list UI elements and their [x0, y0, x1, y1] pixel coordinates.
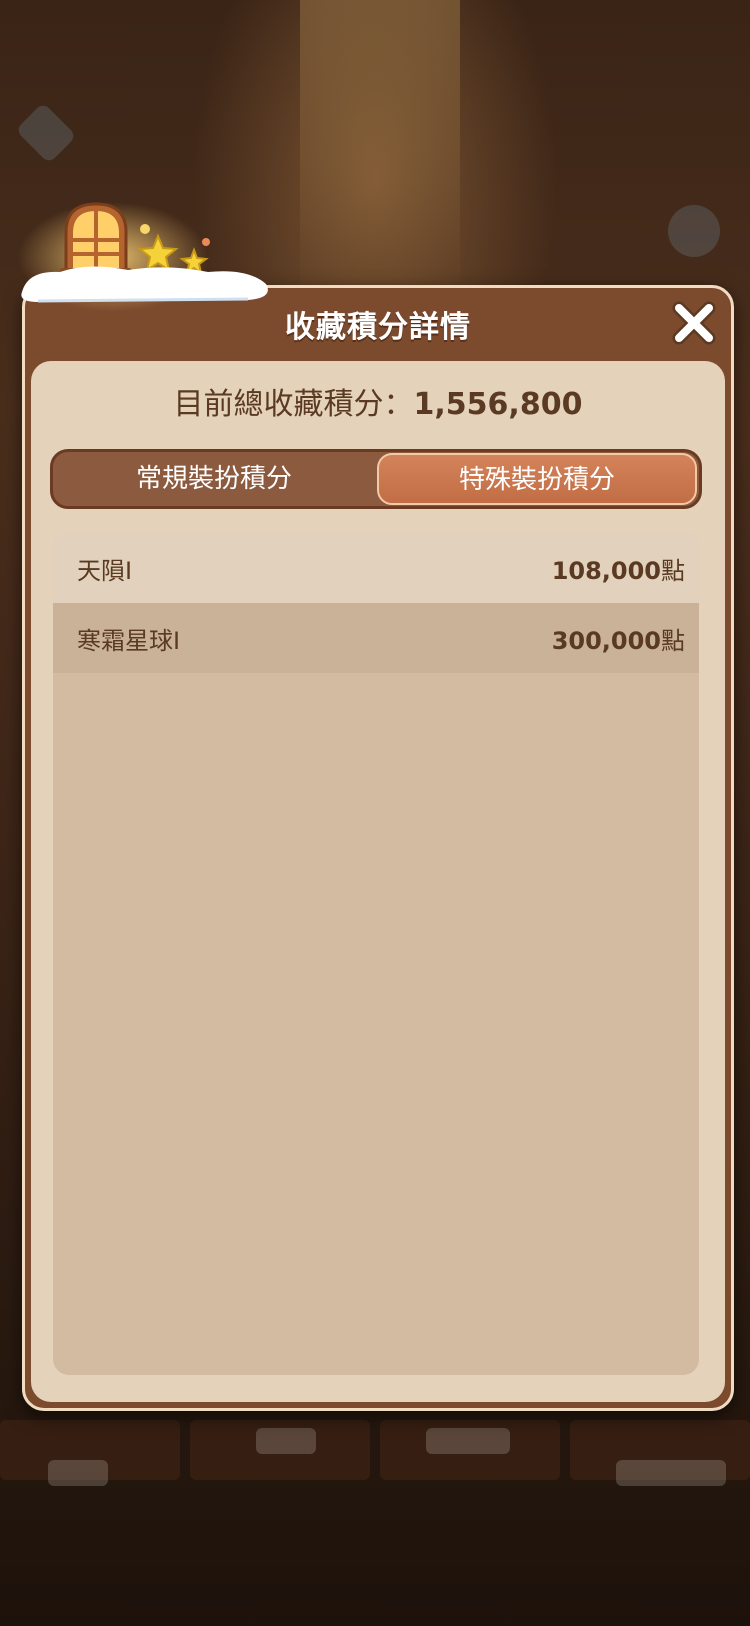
background-label — [616, 1460, 726, 1486]
tab-regular-costume-points[interactable]: 常規裝扮積分 — [53, 452, 375, 506]
list-item: 寒霜星球Ⅰ 300,000點 — [53, 603, 699, 673]
list-item: 天隕Ⅰ 108,000點 — [53, 533, 699, 603]
points-tab-bar: 常規裝扮積分 特殊裝扮積分 — [50, 449, 702, 509]
item-points-unit: 點 — [661, 556, 685, 585]
item-points-unit: 點 — [661, 626, 685, 655]
background-gear-icon — [668, 205, 720, 257]
item-name: 寒霜星球Ⅰ — [77, 626, 181, 655]
item-points: 300,000點 — [552, 621, 685, 656]
item-name: 天隕Ⅰ — [77, 556, 133, 585]
dialog-content-panel: 目前總收藏積分：1,556,800 常規裝扮積分 特殊裝扮積分 天隕Ⅰ 108,… — [31, 361, 725, 1402]
background-light-beam — [300, 0, 460, 300]
window-icon — [60, 202, 132, 276]
background-label — [48, 1460, 108, 1486]
close-icon — [672, 301, 716, 345]
sparkle-icon — [140, 224, 150, 234]
total-points-value: 1,556,800 — [413, 387, 583, 422]
tab-special-costume-points[interactable]: 特殊裝扮積分 — [377, 453, 697, 505]
item-points: 108,000點 — [552, 551, 685, 586]
total-points-label: 目前總收藏積分： — [173, 387, 414, 422]
item-points-value: 300,000 — [551, 626, 661, 655]
close-button[interactable] — [669, 298, 719, 348]
total-points-summary: 目前總收藏積分：1,556,800 — [31, 379, 725, 423]
points-list: 天隕Ⅰ 108,000點 寒霜星球Ⅰ 300,000點 — [53, 533, 699, 1375]
item-points-value: 108,000 — [551, 556, 661, 585]
background-label — [256, 1428, 316, 1454]
background-label — [426, 1428, 510, 1454]
snowy-window-decoration — [18, 202, 268, 312]
collection-points-dialog: 收藏積分詳情 目前總收藏積分：1,556,800 常規裝扮積分 特殊裝扮積分 天… — [22, 285, 734, 1411]
sparkle-icon — [202, 238, 210, 246]
